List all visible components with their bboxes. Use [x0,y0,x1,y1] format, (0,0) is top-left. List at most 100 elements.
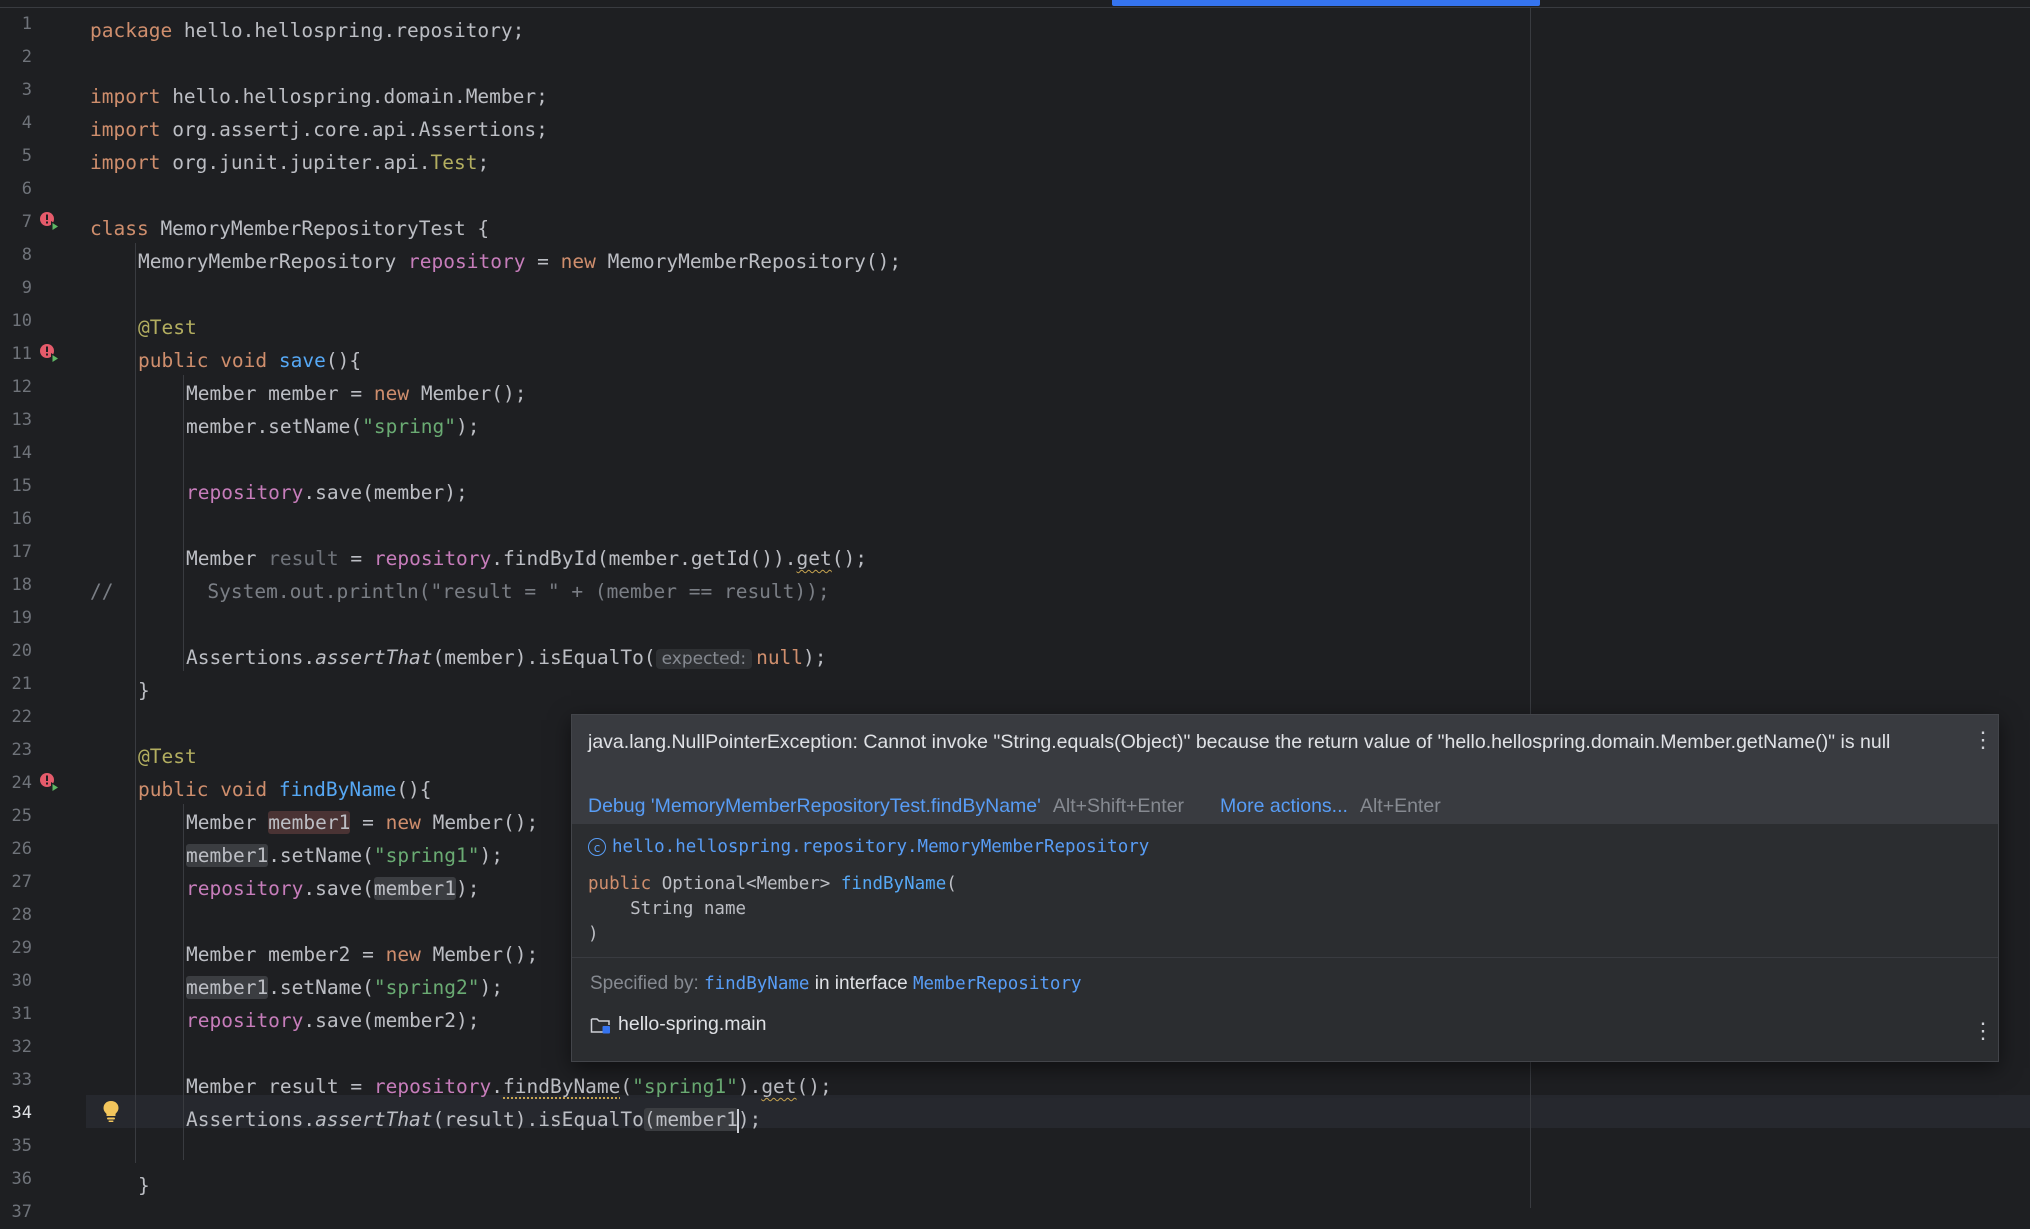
code-line-18: // System.out.println("result = " + (mem… [90,575,830,608]
token: assertThat [315,1108,433,1131]
sig-token: Optional<Member> [651,874,841,894]
token: hello.hellospring.repository; [172,19,525,42]
class-reference: c hello.hellospring.repository.MemoryMemb… [588,832,1982,862]
code-line-11: public void save(){ [138,344,361,377]
token: = [338,547,374,570]
token: (); [796,1075,832,1098]
run-test-error-icon[interactable] [38,342,62,366]
token: repository [408,250,526,273]
token: member.setName( [186,415,363,438]
interface-link[interactable]: MemberRepository [913,974,1082,994]
line-number: 14 [11,443,32,463]
code-line-1: package hello.hellospring.repository; [90,14,524,47]
in-interface-label: in interface [814,973,908,994]
more-actions-link[interactable]: More actions... [1220,795,1348,817]
code-line-29: Member member2 = new Member(); [186,938,538,971]
token: new [560,250,596,273]
token: ); [456,415,480,438]
token: void [208,349,279,372]
line-number: 12 [11,377,32,397]
editor-gutter[interactable]: 1 2 3 4 5 6 7 8 9 10 11 12 13 14 15 16 1… [0,8,86,1222]
line-number: 4 [21,113,32,133]
token: Member result = [186,1075,374,1098]
token: MemoryMemberRepositoryTest { [148,217,490,240]
module-folder-icon [590,1018,610,1034]
more-vertical-icon[interactable]: ⋮ [1972,729,1994,751]
token: "spring1" [632,1075,738,1098]
token: (result).isEqualTo [432,1108,644,1131]
token: new [385,943,421,966]
line-number: 25 [11,806,32,826]
line-number: 27 [11,872,32,892]
token: member1 [186,844,269,867]
token: ). [737,1075,762,1098]
method-signature: public Optional<Member> findByName( Stri… [588,872,1982,947]
code-line-15: repository.save(member); [186,476,468,509]
more-actions-shortcut: Alt+Enter [1359,795,1441,817]
token: } [138,679,150,702]
code-line-7: class MemoryMemberRepositoryTest { [90,212,489,245]
token: get [761,1075,797,1098]
spec-section: Specified by: findByName in interface Me… [572,958,1998,1061]
more-vertical-icon[interactable]: ⋮ [1972,1020,1994,1042]
token: org.junit.jupiter.api. [160,151,431,174]
token: repository [373,547,492,570]
run-test-error-icon[interactable] [38,771,62,795]
line-number: 10 [11,311,32,331]
token: hello.hellospring.domain.Member; [160,85,548,108]
token: MemoryMemberRepository [138,250,409,273]
token: System.out.println("result = " + (member… [113,580,830,603]
token: Member(); [409,382,527,405]
line-number: 7 [21,212,32,232]
code-line-3: import hello.hellospring.domain.Member; [90,80,548,113]
token: ); [479,844,504,867]
token: import [90,118,161,141]
line-number: 16 [11,509,32,529]
token: "spring1" [373,844,480,867]
debug-shortcut: Alt+Shift+Enter [1052,795,1185,817]
line-number: 28 [11,905,32,925]
code-line-8: MemoryMemberRepository repository = new … [138,245,901,278]
token: Member member2 = [186,943,386,966]
debug-test-link[interactable]: Debug 'MemoryMemberRepositoryTest.findBy… [588,795,1041,817]
line-number: 8 [21,245,32,265]
run-test-error-icon[interactable] [38,210,62,234]
token: ); [456,877,480,900]
code-line-25: Member member1 = new Member(); [186,806,538,839]
line-number: 22 [11,707,32,727]
doc-section: c hello.hellospring.repository.MemoryMemb… [572,823,1998,957]
token: org.assertj.core.api.Assertions; [160,118,548,141]
code-line-31: repository.save(member2); [186,1004,480,1037]
line-number: 35 [11,1136,32,1156]
line-number: 13 [11,410,32,430]
line-number: 15 [11,476,32,496]
line-number: 19 [11,608,32,628]
token: = [350,811,386,834]
class-link[interactable]: hello.hellospring.repository.MemoryMembe… [612,837,1149,857]
token: member1 [373,877,457,900]
line-number: 18 [11,575,32,595]
token: Test [430,151,478,174]
error-documentation-popup[interactable]: java.lang.NullPointerException: Cannot i… [571,714,1999,1062]
horizontal-scroll-thumb[interactable] [1112,0,1540,6]
token: ); [737,1108,762,1131]
token: ); [803,646,827,669]
token: repository [186,877,304,900]
sig-token: public [588,874,652,894]
specified-method-link[interactable]: findByName [704,974,809,994]
error-section: java.lang.NullPointerException: Cannot i… [572,715,1998,823]
line-number: 9 [21,278,32,298]
token: repository [186,481,304,504]
token: // [90,580,114,603]
token: void [208,778,279,801]
token: Assertions. [186,1108,316,1131]
token: class [90,217,149,240]
line-number: 20 [11,641,32,661]
line-number-current: 34 [11,1103,32,1123]
code-line-23: @Test [138,740,197,773]
sig-token: String name [588,899,747,919]
code-line-17: Member result = repository.findById(memb… [186,542,867,575]
token: member1 [268,811,351,834]
code-line-21: } [138,674,150,707]
code-line-24: public void findByName(){ [138,773,432,806]
